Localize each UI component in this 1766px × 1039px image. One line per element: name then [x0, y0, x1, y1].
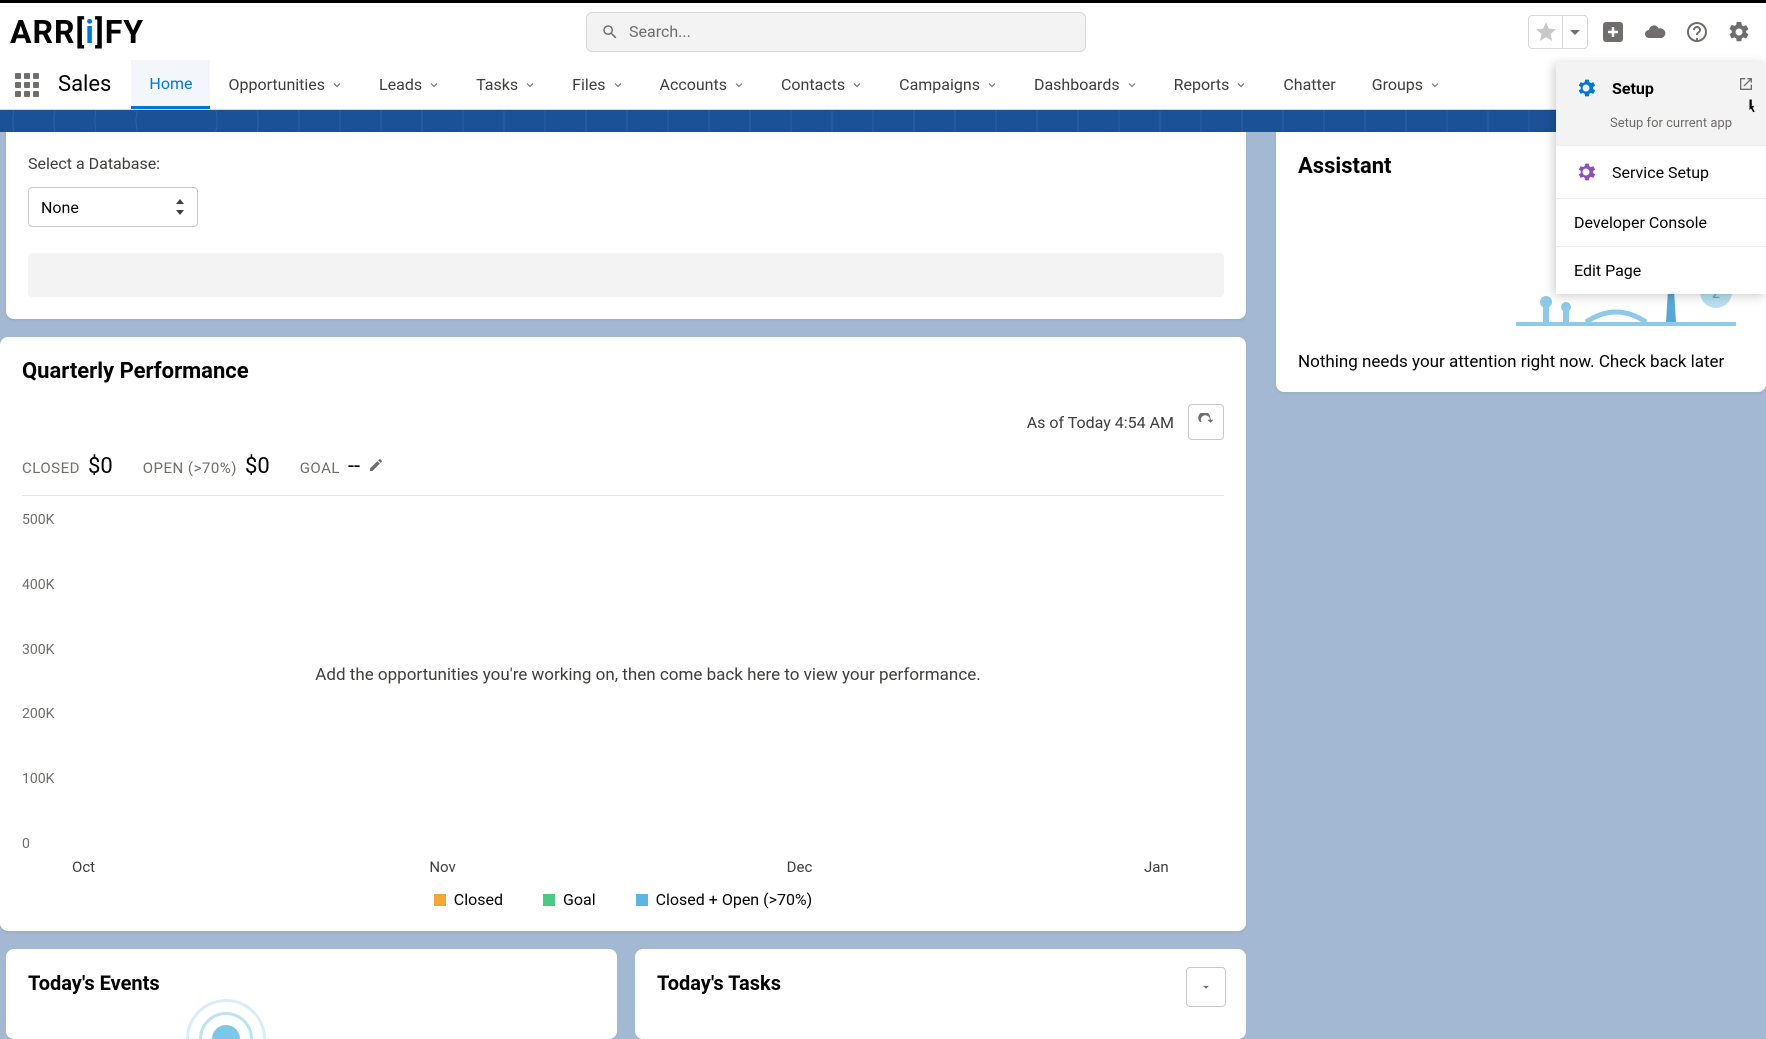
database-select[interactable]: None	[28, 187, 198, 227]
nav-tab-files[interactable]: Files	[554, 60, 641, 109]
app-launcher-button[interactable]	[10, 68, 44, 102]
favorites-button[interactable]	[1529, 15, 1563, 49]
database-card: Select a Database: None	[6, 132, 1246, 319]
chevron-down-icon	[331, 79, 343, 91]
x-axis-tick: Jan	[1144, 858, 1224, 876]
refresh-button[interactable]	[1188, 404, 1224, 440]
help-button[interactable]	[1680, 15, 1714, 49]
chevron-down-icon	[986, 79, 998, 91]
kpi-open-label: OPEN (>70%)	[143, 459, 237, 477]
y-axis-tick: 300K	[22, 642, 54, 658]
setup-gear-button[interactable]	[1722, 15, 1756, 49]
setup-dropdown-menu: Setup Setup for current app Service Setu…	[1556, 62, 1766, 294]
chevron-down-icon	[733, 79, 745, 91]
nav-tab-accounts[interactable]: Accounts	[642, 60, 763, 109]
chevron-down-icon	[428, 79, 440, 91]
salesforce-cloud-button[interactable]	[1638, 15, 1672, 49]
external-link-icon	[1738, 76, 1754, 92]
y-axis-tick: 400K	[22, 577, 54, 593]
global-search-input[interactable]: Search...	[586, 12, 1086, 52]
todays-events-card: Today's Events	[6, 949, 617, 1039]
global-actions	[1528, 15, 1756, 49]
as-of-timestamp: As of Today 4:54 AM	[1027, 413, 1174, 432]
nav-tab-groups[interactable]: Groups	[1354, 60, 1459, 109]
legend-closed-open: Closed + Open (>70%)	[636, 890, 813, 909]
assistant-message: Nothing needs your attention right now. …	[1298, 352, 1766, 372]
global-header: ARR[i]FY Search...	[0, 0, 1766, 60]
todays-tasks-card: Today's Tasks	[635, 949, 1246, 1039]
gear-icon	[1574, 160, 1598, 184]
x-axis-tick: Dec	[787, 858, 867, 876]
setup-menu-item-developer-console[interactable]: Developer Console	[1556, 199, 1766, 247]
kpi-open-value: $0	[245, 454, 270, 479]
kpi-goal-value: --	[348, 454, 360, 479]
chevron-down-icon	[1126, 79, 1138, 91]
setup-menu-item-setup[interactable]: Setup Setup for current app	[1556, 62, 1766, 146]
database-result-strip	[28, 253, 1224, 297]
chart-empty-message: Add the opportunities you're working on,…	[72, 665, 1224, 685]
chevron-down-icon	[524, 79, 536, 91]
events-illustration	[186, 999, 266, 1039]
kpi-row: CLOSED $0 OPEN (>70%) $0 GOAL --	[22, 454, 1224, 496]
tasks-menu-button[interactable]	[1186, 967, 1226, 1007]
chevron-down-icon	[851, 79, 863, 91]
y-axis-tick: 500K	[22, 512, 54, 528]
chevron-down-icon	[1235, 79, 1247, 91]
kpi-closed-value: $0	[88, 454, 113, 479]
waffle-icon	[15, 73, 39, 97]
todays-events-title: Today's Events	[28, 971, 595, 995]
chevron-down-icon	[1429, 79, 1441, 91]
select-arrows-icon	[175, 199, 185, 215]
y-axis-tick: 0	[22, 836, 54, 852]
chevron-down-icon	[612, 79, 624, 91]
nav-tab-dashboards[interactable]: Dashboards	[1016, 60, 1156, 109]
nav-tab-campaigns[interactable]: Campaigns	[881, 60, 1016, 109]
todays-tasks-title: Today's Tasks	[657, 971, 1224, 995]
chart-legend: Closed Goal Closed + Open (>70%)	[22, 890, 1224, 909]
favorites-dropdown[interactable]	[1563, 15, 1587, 49]
x-axis-tick: Nov	[429, 858, 509, 876]
nav-tab-leads[interactable]: Leads	[361, 60, 458, 109]
app-logo: ARR[i]FY	[10, 13, 144, 51]
nav-tab-home[interactable]: Home	[131, 60, 210, 109]
search-icon	[601, 23, 619, 41]
kpi-goal-label: GOAL	[300, 459, 340, 477]
search-placeholder: Search...	[629, 22, 691, 41]
nav-tab-opportunities[interactable]: Opportunities	[210, 60, 361, 109]
object-nav-bar: Sales HomeOpportunitiesLeadsTasksFilesAc…	[0, 60, 1766, 110]
global-create-button[interactable]	[1596, 15, 1630, 49]
nav-tab-reports[interactable]: Reports	[1156, 60, 1266, 109]
quarterly-performance-card: Quarterly Performance As of Today 4:54 A…	[0, 337, 1246, 931]
legend-goal: Goal	[543, 890, 596, 909]
setup-menu-item-edit-page[interactable]: Edit Page	[1556, 247, 1766, 294]
cursor-pointer-icon	[1742, 98, 1760, 116]
legend-closed: Closed	[434, 890, 503, 909]
y-axis-tick: 100K	[22, 771, 54, 787]
nav-tab-chatter[interactable]: Chatter	[1265, 60, 1353, 109]
app-name-label: Sales	[58, 72, 111, 97]
nav-tab-tasks[interactable]: Tasks	[458, 60, 554, 109]
y-axis-tick: 200K	[22, 706, 54, 722]
refresh-icon	[1197, 413, 1215, 431]
x-axis-tick: Oct	[72, 858, 152, 876]
nav-tab-contacts[interactable]: Contacts	[763, 60, 881, 109]
decorative-banner	[0, 110, 1766, 132]
database-select-label: Select a Database:	[28, 154, 1224, 173]
gear-icon	[1574, 76, 1598, 100]
performance-chart: 500K 400K 300K 200K 100K 0 Add the opportunit…	[22, 512, 1224, 882]
quarterly-performance-title: Quarterly Performance	[22, 359, 1224, 384]
setup-menu-item-service-setup[interactable]: Service Setup	[1556, 146, 1766, 199]
kpi-closed-label: CLOSED	[22, 459, 80, 477]
edit-goal-button[interactable]	[368, 457, 384, 473]
